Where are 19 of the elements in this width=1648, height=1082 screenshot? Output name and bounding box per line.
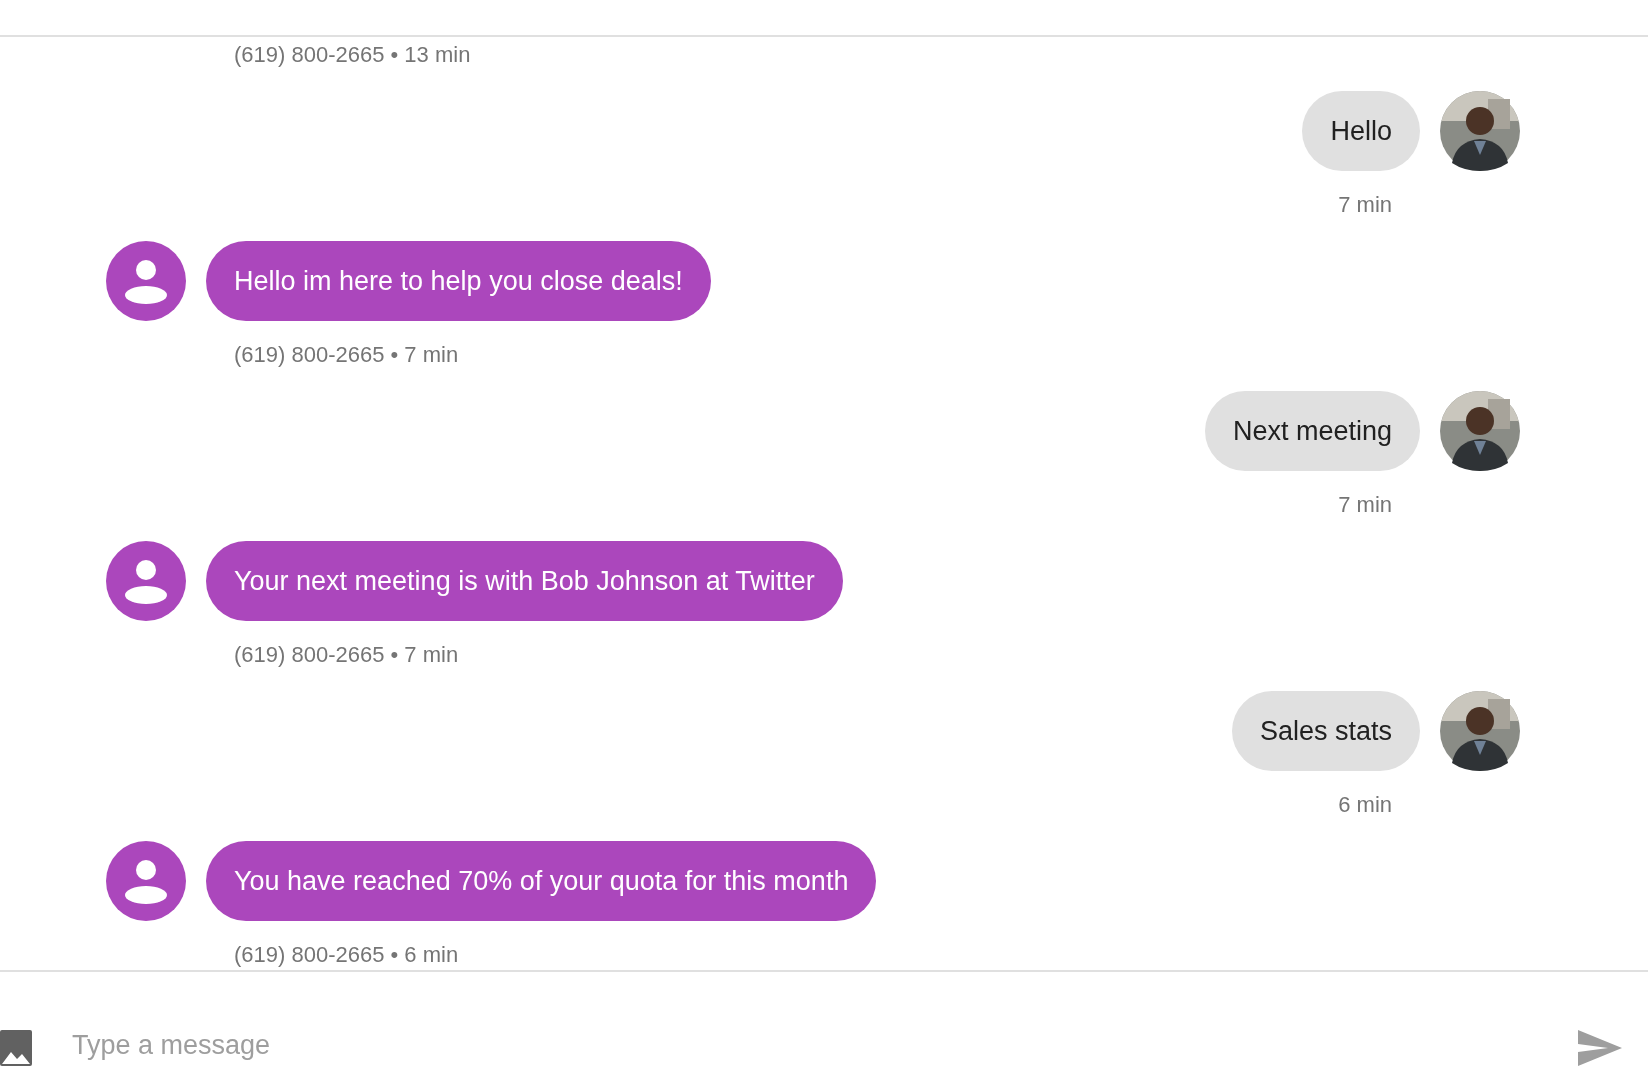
message-bubble: Your next meeting is with Bob Johnson at Twitter	[206, 541, 843, 621]
message-meta: (619) 800-2665 • 7 min	[234, 642, 459, 667]
send-icon[interactable]	[1578, 1030, 1622, 1066]
contact-avatar-icon	[106, 241, 186, 321]
message-meta: (619) 800-2665 • 7 min	[234, 342, 459, 367]
message-meta: 6 min	[1338, 792, 1392, 817]
message-meta: 7 min	[1338, 492, 1392, 517]
message-bubble: Sales stats	[1231, 691, 1420, 771]
message-meta: (619) 800-2665 • 13 min	[234, 42, 471, 67]
message-input[interactable]: Type a message	[70, 1023, 1578, 1066]
message-meta: (619) 800-2665 • 6 min	[234, 942, 459, 967]
image-icon[interactable]	[0, 1030, 32, 1066]
contact-avatar-icon	[106, 541, 186, 621]
contact-avatar-icon	[106, 841, 186, 921]
message-bubble: Next meeting	[1204, 391, 1420, 471]
message-bubble: Hello im here to help you close deals!	[206, 241, 711, 321]
message-meta: 7 min	[1338, 192, 1392, 217]
message-bubble: Hello	[1302, 91, 1420, 171]
message-bubble: You have reached 70% of your quota for this month	[206, 841, 877, 921]
